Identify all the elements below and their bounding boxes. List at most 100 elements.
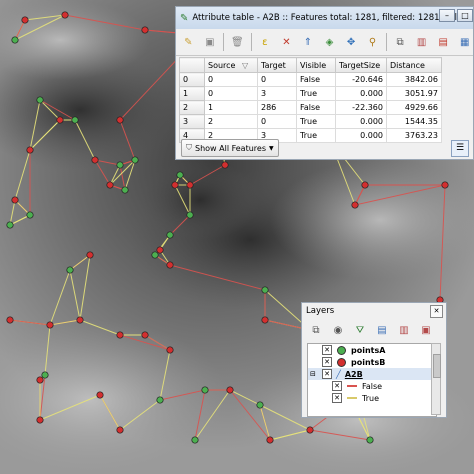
- cell-targetsize[interactable]: -20.646: [335, 72, 387, 87]
- category-visibility-checkbox[interactable]: ✕: [332, 393, 342, 403]
- cell-distance[interactable]: 4929.66: [386, 100, 442, 115]
- row-index[interactable]: 2: [179, 100, 205, 115]
- legend-label: True: [362, 393, 379, 403]
- cell-targetsize[interactable]: -22.360: [335, 100, 387, 115]
- delete-icon[interactable]: 🗑: [229, 34, 246, 51]
- cell-target[interactable]: 286: [257, 100, 297, 115]
- row-index[interactable]: 3: [179, 114, 205, 129]
- table-row[interactable]: 1 0 3 True 0.000 3051.97: [179, 86, 442, 101]
- maximize-button[interactable]: □: [457, 9, 473, 22]
- layer-visibility-checkbox[interactable]: ✕: [322, 369, 332, 379]
- points-b-marker: [166, 346, 174, 354]
- row-index[interactable]: 0: [179, 72, 205, 87]
- layer-item-pointsA[interactable]: ✕ pointsA: [308, 344, 436, 356]
- layer-visibility-checkbox[interactable]: ✕: [322, 357, 332, 367]
- new-field-icon[interactable]: ▤: [435, 34, 452, 51]
- layers-panel-titlebar[interactable]: Layers ✕: [302, 303, 446, 319]
- table-view-icon[interactable]: ☰: [451, 140, 469, 157]
- table-row[interactable]: 2 1 286 False -22.360 4929.66: [179, 100, 442, 115]
- points-b-marker: [56, 116, 64, 124]
- invert-selection-icon[interactable]: ◈: [321, 34, 338, 51]
- points-a-marker: [176, 171, 184, 179]
- points-b-marker: [441, 181, 449, 189]
- field-calculator-icon[interactable]: ▦: [456, 34, 473, 51]
- layers-toolbar: ⧉ ◉ ⛛ ▤ ▥ ▣: [302, 319, 446, 341]
- column-label: Source: [208, 60, 236, 70]
- cell-target[interactable]: 0: [257, 72, 297, 87]
- points-b-marker: [156, 246, 164, 254]
- cell-targetsize[interactable]: 0.000: [335, 86, 387, 101]
- table-row[interactable]: 0 0 0 False -20.646 3842.06: [179, 72, 442, 87]
- column-label: Target: [261, 60, 286, 70]
- cell-visible[interactable]: False: [296, 100, 336, 115]
- expand-all-icon[interactable]: ▤: [374, 322, 390, 338]
- move-selection-to-top-icon[interactable]: ⇑: [300, 34, 317, 51]
- remove-layer-icon[interactable]: ▣: [418, 322, 434, 338]
- cell-distance[interactable]: 1544.35: [386, 114, 442, 129]
- category-visibility-checkbox[interactable]: ✕: [332, 381, 342, 391]
- column-header-target[interactable]: Target: [257, 57, 297, 73]
- points-a-marker: [186, 211, 194, 219]
- sort-indicator-icon: ▽: [242, 60, 249, 70]
- line-false-icon: [347, 385, 357, 387]
- column-header-distance[interactable]: Distance: [386, 57, 442, 73]
- paste-icon[interactable]: ▥: [413, 34, 430, 51]
- layer-visibility-checkbox[interactable]: ✕: [322, 345, 332, 355]
- points-b-marker: [226, 386, 234, 394]
- cell-visible[interactable]: True: [296, 86, 336, 101]
- cell-source[interactable]: 2: [204, 114, 258, 129]
- toggle-editing-icon[interactable]: ✎: [180, 34, 197, 51]
- filter-legend-icon[interactable]: ⛛: [352, 322, 368, 338]
- points-b-marker: [141, 331, 149, 339]
- pan-to-selection-icon[interactable]: ✥: [343, 34, 360, 51]
- column-header-visible[interactable]: Visible: [296, 57, 336, 73]
- cell-target[interactable]: 0: [257, 114, 297, 129]
- points-a-marker: [6, 221, 14, 229]
- cell-source[interactable]: 0: [204, 72, 258, 87]
- points-b-marker: [76, 316, 84, 324]
- cell-target[interactable]: 3: [257, 86, 297, 101]
- cell-distance[interactable]: 3842.06: [386, 72, 442, 87]
- row-index[interactable]: 1: [179, 86, 205, 101]
- select-by-expression-icon[interactable]: ε: [257, 34, 274, 51]
- column-header-source[interactable]: Source ▽: [204, 57, 258, 73]
- cell-visible[interactable]: True: [296, 114, 336, 129]
- points-a-marker: [366, 436, 374, 444]
- corner-cell[interactable]: [179, 57, 205, 73]
- save-icon[interactable]: ▣: [202, 34, 219, 51]
- show-all-features-button[interactable]: ⛉ Show All Features ▼: [181, 139, 279, 157]
- legend-item-true[interactable]: ✕ True: [308, 392, 436, 404]
- minimize-button[interactable]: –: [439, 9, 455, 22]
- collapse-all-icon[interactable]: ▥: [396, 322, 412, 338]
- scrollbar-thumb[interactable]: [433, 354, 441, 378]
- layer-item-pointsB[interactable]: ✕ pointsB: [308, 356, 436, 368]
- points-b-marker: [141, 26, 149, 34]
- cell-source[interactable]: 0: [204, 86, 258, 101]
- deselect-icon[interactable]: ✕: [278, 34, 295, 51]
- attribute-table-titlebar[interactable]: ✎ Attribute table - A2B :: Features tota…: [176, 7, 473, 29]
- add-group-icon[interactable]: ⧉: [308, 322, 324, 338]
- cell-visible[interactable]: False: [296, 72, 336, 87]
- layer-tree-scrollbar[interactable]: [431, 343, 441, 415]
- points-b-marker: [106, 181, 114, 189]
- cell-distance[interactable]: 3051.97: [386, 86, 442, 101]
- layer-label: A2B: [344, 369, 363, 379]
- points-a-marker: [71, 116, 79, 124]
- points-a-marker: [66, 266, 74, 274]
- cell-source[interactable]: 1: [204, 100, 258, 115]
- points-b-marker: [261, 316, 269, 324]
- close-icon[interactable]: ✕: [430, 305, 443, 318]
- visibility-eye-icon[interactable]: ◉: [330, 322, 346, 338]
- points-b-marker: [61, 11, 69, 19]
- copy-icon[interactable]: ⧉: [392, 34, 409, 51]
- zoom-to-selection-icon[interactable]: ⚲: [364, 34, 381, 51]
- table-row[interactable]: 3 2 0 True 0.000 1544.35: [179, 114, 442, 129]
- cell-targetsize[interactable]: 0.000: [335, 114, 387, 129]
- layer-item-a2b[interactable]: ⊟ ✕ ╱ A2B: [308, 368, 436, 380]
- points-b-marker: [186, 181, 194, 189]
- points-a-marker: [41, 371, 49, 379]
- column-header-targetsize[interactable]: TargetSize: [335, 57, 387, 73]
- collapse-toggle-icon[interactable]: ⊟: [310, 370, 320, 378]
- toolbar-divider: [223, 33, 225, 51]
- legend-item-false[interactable]: ✕ False: [308, 380, 436, 392]
